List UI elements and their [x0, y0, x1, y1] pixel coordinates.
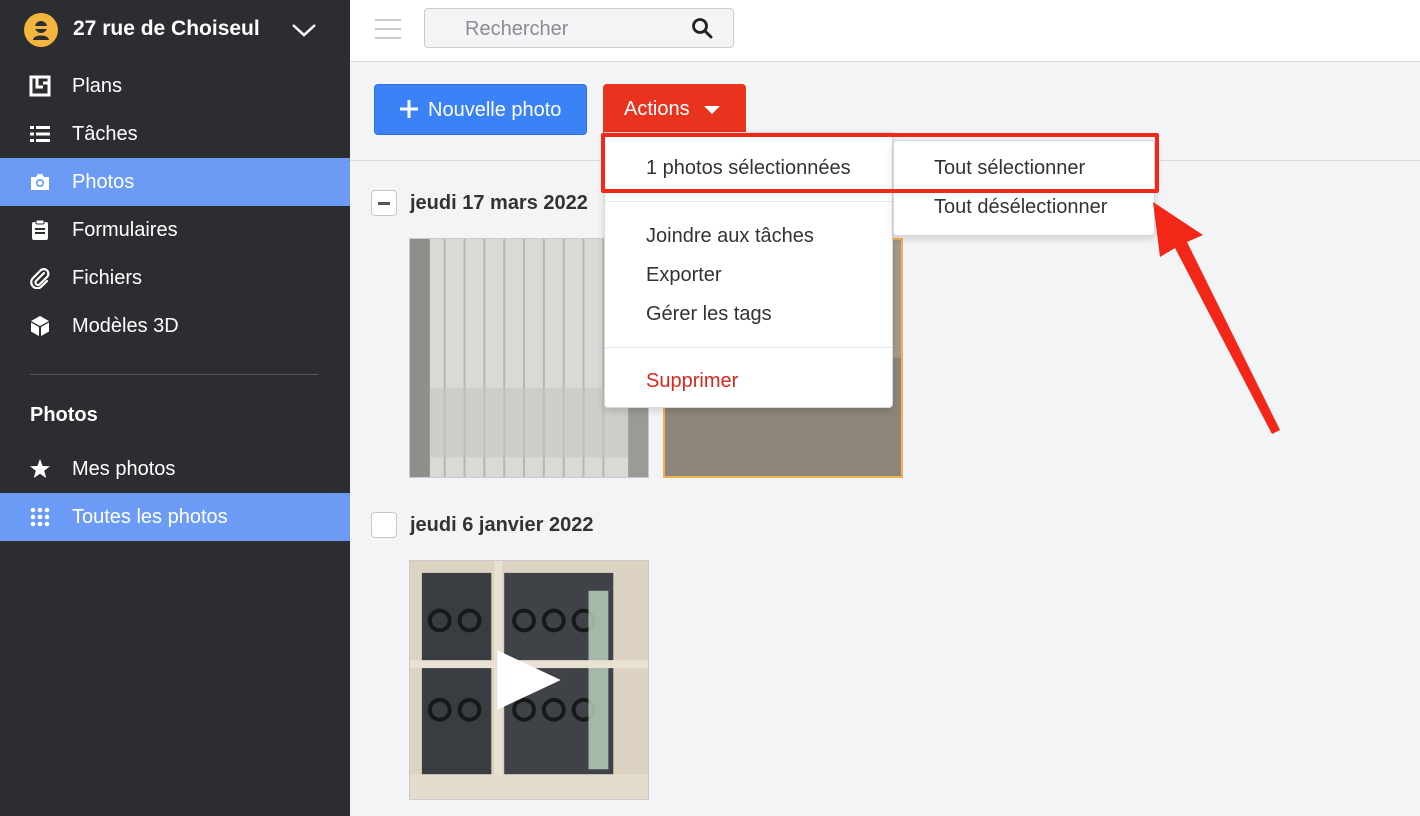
sidebar: 27 rue de Choiseul Plans Tâches Photos F… — [0, 0, 350, 816]
sidebar-item-3d-models[interactable]: Modèles 3D — [0, 302, 350, 350]
sidebar-item-label: Plans — [72, 74, 123, 97]
group-checkbox[interactable] — [371, 512, 397, 538]
cube-icon — [28, 314, 52, 338]
menu-item-export[interactable]: Exporter — [646, 264, 722, 287]
plus-icon — [400, 100, 418, 118]
group-date: jeudi 17 mars 2022 — [410, 192, 588, 214]
sidebar-item-label: Formulaires — [72, 218, 178, 241]
menu-item-deselect-all[interactable]: Tout désélectionner — [934, 196, 1107, 219]
menu-item-attach-tasks[interactable]: Joindre aux tâches — [646, 225, 814, 248]
caret-down-icon — [704, 106, 720, 114]
hamburger-menu-icon[interactable] — [375, 19, 401, 39]
annotation-highlight-box — [601, 133, 1159, 193]
search-input[interactable]: Rechercher — [424, 8, 734, 48]
clipboard-icon — [28, 218, 52, 242]
sidebar-item-forms[interactable]: Formulaires — [0, 206, 350, 254]
menu-item-delete[interactable]: Supprimer — [646, 370, 738, 393]
menu-divider — [605, 201, 892, 202]
paperclip-icon — [28, 266, 52, 290]
sidebar-item-label: Mes photos — [72, 457, 176, 480]
sidebar-item-label: Photos — [72, 170, 135, 193]
sidebar-item-my-photos[interactable]: Mes photos — [0, 445, 350, 493]
search-placeholder: Rechercher — [465, 18, 569, 40]
sidebar-item-photos[interactable]: Photos — [0, 158, 350, 206]
menu-item-manage-tags[interactable]: Gérer les tags — [646, 303, 772, 326]
sidebar-item-label: Fichiers — [72, 266, 143, 289]
sidebar-item-plans[interactable]: Plans — [0, 62, 350, 110]
actions-label: Actions — [624, 98, 690, 120]
sidebar-item-label: Toutes les photos — [72, 505, 228, 528]
sidebar-item-all-photos[interactable]: Toutes les photos — [0, 493, 350, 541]
grid-dots-icon — [28, 505, 52, 529]
video-thumbnail[interactable] — [409, 560, 649, 800]
actions-button[interactable]: Actions — [603, 84, 746, 135]
new-photo-label: Nouvelle photo — [428, 99, 562, 121]
camera-icon — [28, 170, 52, 194]
project-logo-icon — [24, 13, 58, 47]
sidebar-section-title: Photos — [30, 404, 98, 426]
floorplan-icon — [28, 74, 52, 98]
top-bar: Rechercher — [350, 0, 1420, 62]
group-checkbox[interactable] — [371, 190, 397, 216]
search-icon[interactable] — [691, 17, 713, 39]
project-name: 27 rue de Choiseul — [73, 17, 260, 40]
menu-divider — [605, 347, 892, 348]
new-photo-button[interactable]: Nouvelle photo — [374, 84, 587, 135]
star-icon — [28, 457, 52, 481]
sidebar-item-label: Modèles 3D — [72, 314, 179, 337]
annotation-arrow-icon — [1153, 202, 1280, 434]
sidebar-item-files[interactable]: Fichiers — [0, 254, 350, 302]
sidebar-item-label: Tâches — [72, 122, 138, 145]
project-switcher[interactable]: 27 rue de Choiseul — [0, 0, 350, 62]
group-date: jeudi 6 janvier 2022 — [410, 514, 594, 536]
chevron-down-icon[interactable] — [290, 20, 318, 40]
list-icon — [28, 122, 52, 146]
sidebar-divider — [30, 374, 318, 375]
sidebar-item-tasks[interactable]: Tâches — [0, 110, 350, 158]
